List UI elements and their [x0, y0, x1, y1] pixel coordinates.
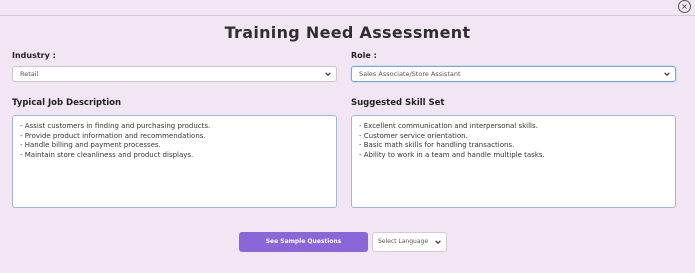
job-description-line: - Assist customers in finding and purcha… [20, 122, 211, 130]
close-icon[interactable]: × [678, 0, 691, 13]
skill-set-line: - Ability to work in a team and handle m… [359, 150, 545, 159]
skill-set-title: Suggested Skill Set [351, 98, 445, 108]
industry-value: Retail [20, 70, 39, 78]
job-description-line: - Maintain store cleanliness and product… [20, 150, 194, 159]
see-sample-questions-button[interactable]: See Sample Questions [239, 232, 368, 252]
chevron-down-icon [664, 72, 670, 77]
language-select-placeholder: Select Language [378, 238, 429, 245]
role-value: Sales Associate/Store Assistant [359, 70, 461, 78]
job-description-line: - Provide product information and recomm… [20, 131, 206, 140]
chevron-down-icon [325, 72, 331, 77]
top-bar [0, 0, 695, 16]
job-description-line: - Handle billing and payment processes. [20, 141, 161, 149]
skill-set-line: - Excellent communication and interperso… [359, 122, 538, 130]
skill-set-line: - Customer service orientation. [359, 131, 468, 140]
role-select[interactable]: Sales Associate/Store Assistant [351, 66, 676, 82]
industry-select[interactable]: Retail [12, 66, 337, 82]
skill-set-textarea[interactable]: - Excellent communication and interperso… [351, 115, 676, 208]
page-title: Training Need Assessment [224, 23, 471, 42]
chevron-down-icon [435, 240, 441, 245]
role-label: Role : [351, 51, 377, 60]
job-description-textarea[interactable]: - Assist customers in finding and purcha… [12, 115, 337, 208]
industry-label: Industry : [12, 51, 56, 60]
skill-set-line: - Basic math skills for handling transac… [359, 141, 515, 149]
language-select[interactable]: Select Language [372, 232, 447, 252]
job-description-title: Typical Job Description [12, 98, 121, 108]
